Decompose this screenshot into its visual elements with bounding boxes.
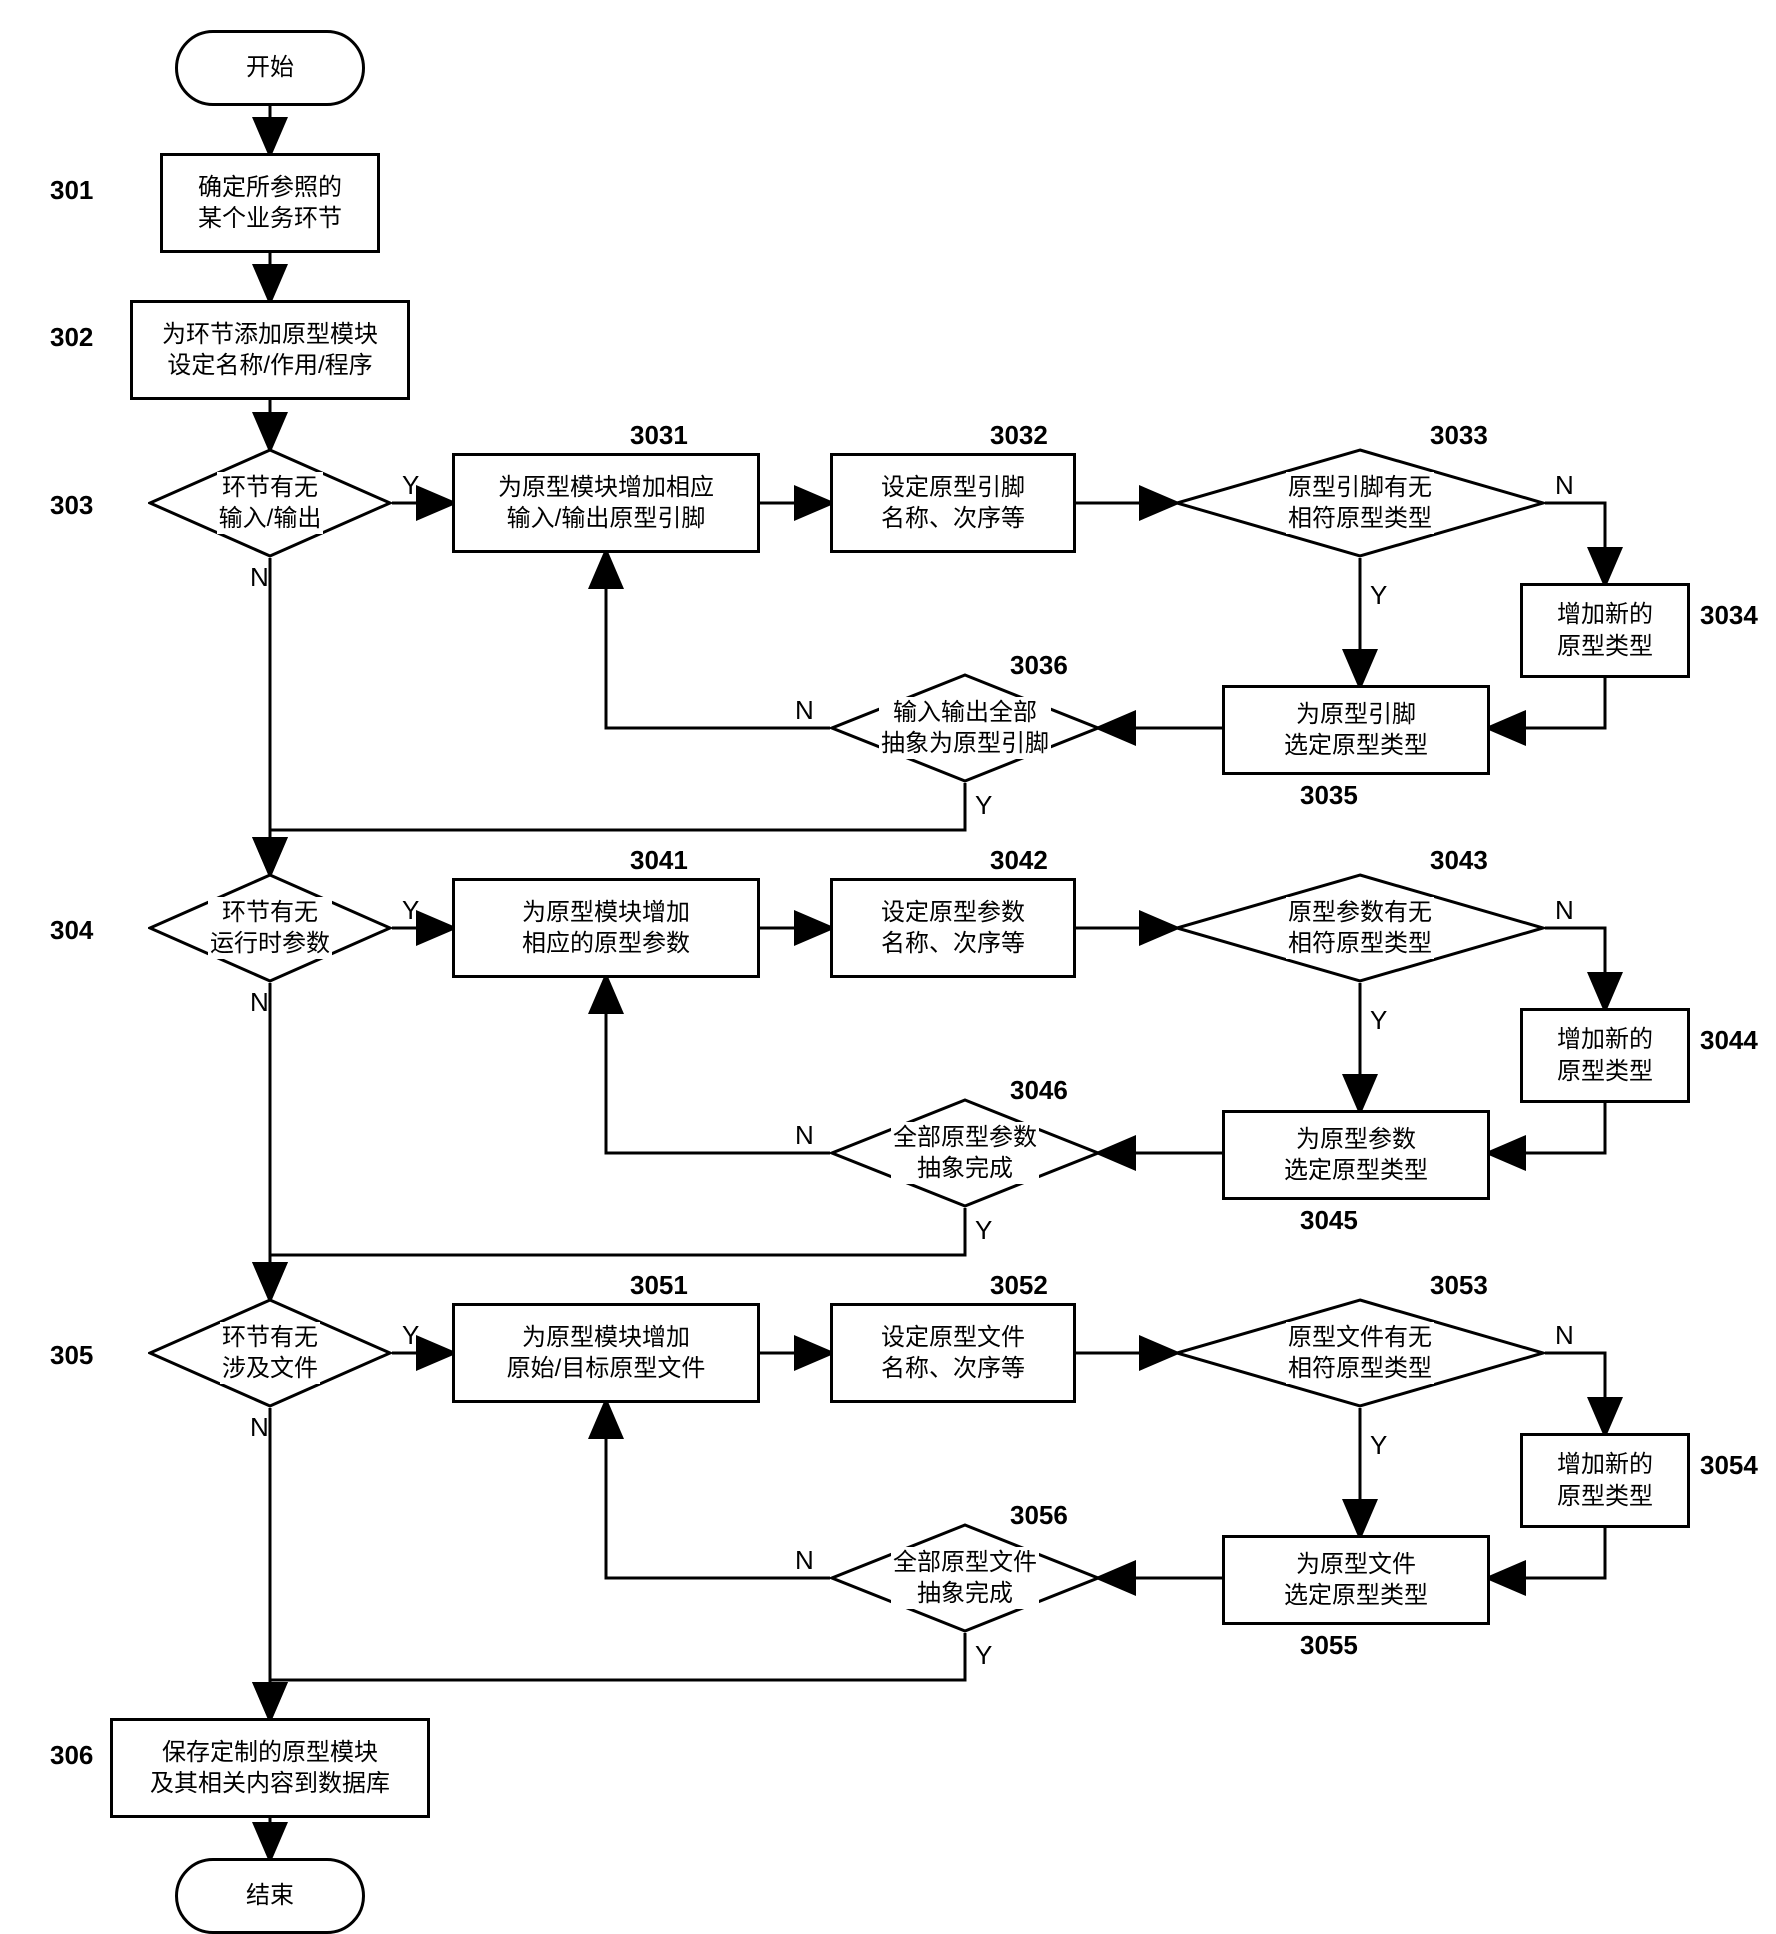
- label-3042: 3042: [990, 845, 1048, 876]
- label-3033: 3033: [1430, 420, 1488, 451]
- label-3052: 3052: [990, 1270, 1048, 1301]
- yn-3033-y: Y: [1370, 580, 1387, 611]
- label-304: 304: [50, 915, 93, 946]
- yn-3053-y: Y: [1370, 1430, 1387, 1461]
- decision-304-text: 环节有无 运行时参数: [208, 897, 332, 959]
- label-3051: 3051: [630, 1270, 688, 1301]
- proc-3044: 增加新的 原型类型: [1520, 1008, 1690, 1103]
- yn-303-y: Y: [402, 470, 419, 501]
- end-label: 结束: [246, 1880, 294, 1911]
- label-3045: 3045: [1300, 1205, 1358, 1236]
- decision-3043-text: 原型参数有无 相符原型类型: [1286, 897, 1434, 959]
- label-3054: 3054: [1700, 1450, 1758, 1481]
- label-3034: 3034: [1700, 600, 1758, 631]
- proc-3035: 为原型引脚 选定原型类型: [1222, 685, 1490, 775]
- decision-303: 环节有无 输入/输出: [148, 448, 392, 558]
- proc-3032: 设定原型引脚 名称、次序等: [830, 453, 1076, 553]
- decision-3046: 全部原型参数 抽象完成: [830, 1098, 1100, 1208]
- label-306: 306: [50, 1740, 93, 1771]
- label-3031: 3031: [630, 420, 688, 451]
- decision-305-text: 环节有无 涉及文件: [220, 1322, 320, 1384]
- yn-3043-y: Y: [1370, 1005, 1387, 1036]
- step-301: 确定所参照的 某个业务环节: [160, 153, 380, 253]
- yn-3056-y: Y: [975, 1640, 992, 1671]
- flowchart-canvas: { "terminator": { "start": "开始", "end": …: [0, 0, 1776, 1886]
- label-3035: 3035: [1300, 780, 1358, 811]
- decision-305: 环节有无 涉及文件: [148, 1298, 392, 1408]
- decision-303-text: 环节有无 输入/输出: [217, 472, 324, 534]
- label-303: 303: [50, 490, 93, 521]
- decision-3046-text: 全部原型参数 抽象完成: [891, 1122, 1039, 1184]
- label-3032: 3032: [990, 420, 1048, 451]
- start-label: 开始: [246, 52, 294, 83]
- label-3044: 3044: [1700, 1025, 1758, 1056]
- end-terminator: 结束: [175, 1858, 365, 1934]
- proc-3052: 设定原型文件 名称、次序等: [830, 1303, 1076, 1403]
- decision-3033-text: 原型引脚有无 相符原型类型: [1286, 472, 1434, 534]
- label-3056: 3056: [1010, 1500, 1068, 1531]
- decision-3036-text: 输入输出全部 抽象为原型引脚: [879, 697, 1051, 759]
- yn-3036-n: N: [795, 695, 814, 726]
- yn-3036-y: Y: [975, 790, 992, 821]
- yn-3053-n: N: [1555, 1320, 1574, 1351]
- step-306: 保存定制的原型模块 及其相关内容到数据库: [110, 1718, 430, 1818]
- decision-3033: 原型引脚有无 相符原型类型: [1175, 448, 1545, 558]
- decision-3053: 原型文件有无 相符原型类型: [1175, 1298, 1545, 1408]
- yn-3043-n: N: [1555, 895, 1574, 926]
- yn-3033-n: N: [1555, 470, 1574, 501]
- label-301: 301: [50, 175, 93, 206]
- yn-3046-n: N: [795, 1120, 814, 1151]
- label-302: 302: [50, 322, 93, 353]
- proc-3051: 为原型模块增加 原始/目标原型文件: [452, 1303, 760, 1403]
- label-3041: 3041: [630, 845, 688, 876]
- proc-3045: 为原型参数 选定原型类型: [1222, 1110, 1490, 1200]
- label-3043: 3043: [1430, 845, 1488, 876]
- step-302: 为环节添加原型模块 设定名称/作用/程序: [130, 300, 410, 400]
- label-3053: 3053: [1430, 1270, 1488, 1301]
- yn-303-n: N: [250, 562, 269, 593]
- decision-3036: 输入输出全部 抽象为原型引脚: [830, 673, 1100, 783]
- yn-305-y: Y: [402, 1320, 419, 1351]
- label-3046: 3046: [1010, 1075, 1068, 1106]
- decision-3056-text: 全部原型文件 抽象完成: [891, 1547, 1039, 1609]
- label-305: 305: [50, 1340, 93, 1371]
- label-3055: 3055: [1300, 1630, 1358, 1661]
- decision-3056: 全部原型文件 抽象完成: [830, 1523, 1100, 1633]
- proc-3041: 为原型模块增加 相应的原型参数: [452, 878, 760, 978]
- decision-3043: 原型参数有无 相符原型类型: [1175, 873, 1545, 983]
- proc-3042: 设定原型参数 名称、次序等: [830, 878, 1076, 978]
- yn-3056-n: N: [795, 1545, 814, 1576]
- label-3036: 3036: [1010, 650, 1068, 681]
- decision-304: 环节有无 运行时参数: [148, 873, 392, 983]
- yn-304-n: N: [250, 987, 269, 1018]
- proc-3054: 增加新的 原型类型: [1520, 1433, 1690, 1528]
- proc-3034: 增加新的 原型类型: [1520, 583, 1690, 678]
- yn-305-n: N: [250, 1412, 269, 1443]
- proc-3055: 为原型文件 选定原型类型: [1222, 1535, 1490, 1625]
- yn-304-y: Y: [402, 895, 419, 926]
- proc-3031: 为原型模块增加相应 输入/输出原型引脚: [452, 453, 760, 553]
- yn-3046-y: Y: [975, 1215, 992, 1246]
- decision-3053-text: 原型文件有无 相符原型类型: [1286, 1322, 1434, 1384]
- start-terminator: 开始: [175, 30, 365, 106]
